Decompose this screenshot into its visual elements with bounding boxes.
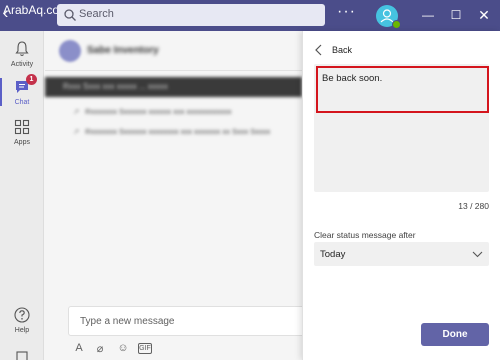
chat-unread-badge: 1 xyxy=(26,74,37,85)
rail-label-chat: Chat xyxy=(14,99,30,106)
chat-banner: Rxxx Sxxx xxx xxxxx ... xxxxx xyxy=(45,77,302,97)
search-input[interactable]: Search xyxy=(57,4,325,26)
rail-label-apps: Apps xyxy=(14,139,30,146)
character-counter: 13 / 280 xyxy=(458,201,489,211)
back-label: Back xyxy=(332,45,353,55)
format-icon[interactable]: A xyxy=(72,342,86,356)
chat-avatar xyxy=(59,40,81,62)
status-message-panel: Back Be back soon. 13 / 280 Clear status… xyxy=(302,31,500,360)
clear-after-value: Today xyxy=(320,249,346,260)
clear-after-dropdown[interactable]: Today xyxy=(314,242,489,266)
event-icon: ↗ xyxy=(73,127,80,136)
rail-item-activity[interactable]: Activity xyxy=(0,40,44,68)
title-bar: ‹ ArabAq.com Search ··· — ☐ ✕ xyxy=(0,0,500,31)
highlight-box xyxy=(316,66,489,113)
chat-event-line: ↗ Rxxxxxxx Sxxxxxx xxxxxxxx xxx xxxxxxx x… xyxy=(73,127,271,136)
chevron-left-icon xyxy=(315,44,322,56)
rail-item-help[interactable]: Help xyxy=(0,306,44,334)
download-icon xyxy=(16,351,28,360)
chat-event-line: ↗ Rxxxxxxx Sxxxxxx xxxxxx xxx xxxxxxxxxxx… xyxy=(73,107,232,116)
rail-label-help: Help xyxy=(14,327,30,334)
rail-item-apps[interactable]: Apps xyxy=(0,118,44,146)
chevron-down-icon xyxy=(472,251,483,258)
search-placeholder: Search xyxy=(79,8,114,20)
done-button[interactable]: Done xyxy=(421,323,489,346)
help-icon xyxy=(14,307,30,323)
attach-icon[interactable]: ⌀ xyxy=(93,342,107,356)
compose-box[interactable]: Type a new message xyxy=(68,306,308,336)
event-icon: ↗ xyxy=(73,107,80,116)
rail-label-activity: Activity xyxy=(10,61,34,68)
gif-icon[interactable]: GIF xyxy=(138,343,152,354)
rail-item-chat[interactable]: 1 Chat xyxy=(0,74,44,106)
apps-icon xyxy=(14,119,30,135)
app-rail: Activity 1 Chat Apps Help xyxy=(0,31,44,360)
emoji-icon[interactable]: ☺ xyxy=(116,342,130,356)
profile-avatar[interactable] xyxy=(376,5,401,29)
minimize-button[interactable]: — xyxy=(418,5,438,25)
chat-header: Sabe Inventory xyxy=(45,31,302,71)
maximize-button[interactable]: ☐ xyxy=(446,5,466,25)
more-options-button[interactable]: ··· xyxy=(337,3,356,21)
bell-icon xyxy=(15,41,29,57)
clear-after-label: Clear status message after xyxy=(314,230,416,240)
chat-title: Sabe Inventory xyxy=(87,45,159,56)
chat-banner-text: Rxxx Sxxx xxx xxxxx ... xxxxx xyxy=(63,82,168,91)
rail-item-download[interactable] xyxy=(0,349,44,360)
search-icon xyxy=(64,9,76,21)
close-button[interactable]: ✕ xyxy=(474,5,494,25)
compose-placeholder: Type a new message xyxy=(80,316,175,327)
presence-indicator xyxy=(392,20,401,29)
chat-area: Sabe Inventory Rxxx Sxxx xxx xxxxx ... x… xyxy=(45,31,308,360)
